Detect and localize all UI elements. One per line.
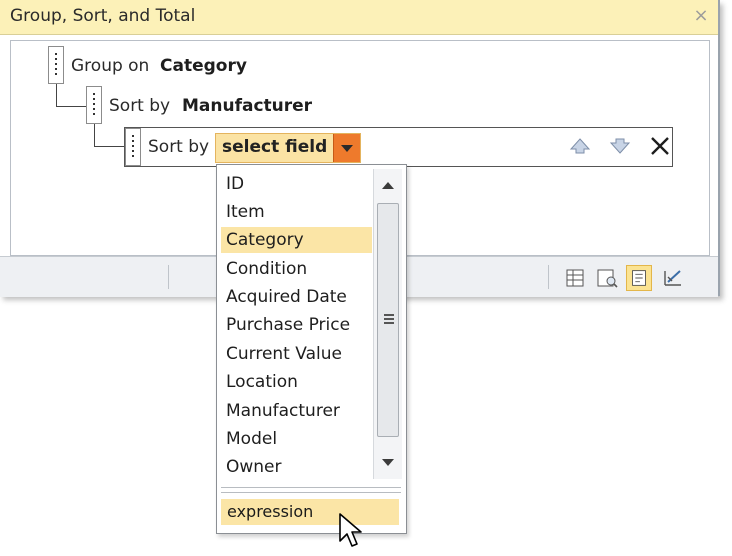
scroll-down-arrow-icon[interactable] (382, 459, 394, 466)
field-option-category[interactable]: Category (221, 227, 372, 253)
field-dropdown-list[interactable]: ID Item Category Condition Acquired Date… (216, 164, 407, 534)
field-option-condition[interactable]: Condition (221, 256, 372, 282)
tree-connector (56, 84, 87, 107)
move-down-icon[interactable] (608, 134, 632, 158)
scroll-thumb[interactable] (377, 203, 399, 437)
field-option-current-value[interactable]: Current Value (221, 341, 372, 367)
field-option-purchase-price[interactable]: Purchase Price (221, 312, 372, 338)
close-icon[interactable]: × (690, 5, 712, 27)
layout-view-icon[interactable] (626, 265, 652, 291)
field-option-acquired-date[interactable]: Acquired Date (221, 284, 372, 310)
delete-icon[interactable] (648, 134, 672, 158)
field-option-item[interactable]: Item (221, 199, 372, 225)
sort-level-2-drag-handle[interactable] (125, 128, 141, 166)
expression-option[interactable]: expression (221, 499, 399, 525)
datasheet-view-icon[interactable] (562, 265, 588, 291)
sort-field-name-1[interactable]: Manufacturer (182, 96, 312, 116)
select-field-value: select field (222, 137, 328, 157)
scroll-grip-icon (384, 314, 394, 316)
sort-by-label-2: Sort by (148, 137, 210, 157)
select-field-combobox[interactable]: select field (215, 133, 361, 163)
field-option-location[interactable]: Location (221, 369, 372, 395)
design-view-icon[interactable] (660, 265, 686, 291)
field-option-id[interactable]: ID (221, 171, 372, 197)
group-on-label: Group on (71, 56, 150, 76)
pane-title-bar: Group, Sort, and Total × (0, 0, 718, 35)
status-divider (168, 265, 169, 289)
field-option-owner[interactable]: Owner (221, 454, 372, 480)
sort-by-label-1: Sort by (109, 96, 171, 116)
tree-connector (94, 124, 125, 147)
group-field-name[interactable]: Category (160, 56, 247, 76)
field-option-manufacturer[interactable]: Manufacturer (221, 398, 372, 424)
move-up-icon[interactable] (568, 134, 592, 158)
list-divider (221, 487, 401, 493)
status-divider (548, 265, 549, 289)
pane-title: Group, Sort, and Total (10, 6, 196, 26)
field-option-model[interactable]: Model (221, 426, 372, 452)
mouse-pointer-icon (339, 513, 362, 547)
dropdown-arrow-button[interactable] (333, 134, 360, 162)
list-scrollbar[interactable] (373, 169, 402, 479)
print-preview-icon[interactable] (594, 265, 620, 291)
sort-level-1-drag-handle[interactable] (86, 86, 102, 124)
scroll-up-arrow-icon[interactable] (382, 182, 394, 189)
group-level-drag-handle[interactable] (48, 46, 64, 84)
